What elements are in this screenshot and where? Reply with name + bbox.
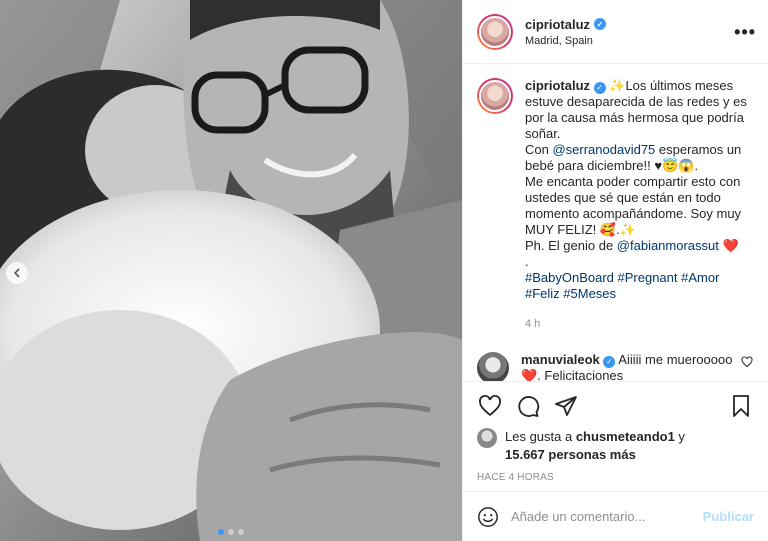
avatar[interactable] xyxy=(477,352,509,381)
caption: cipriotaluz ✓ ✨Los últimos meses estuve … xyxy=(477,78,754,332)
post-photo[interactable] xyxy=(0,0,462,541)
post-actions: Les gusta a chusmeteando1 y 15.667 perso… xyxy=(463,381,768,491)
comment: manuvialeok ✓ Aiiiii me muerooooo ❤️. Fe… xyxy=(477,352,754,381)
more-options-button[interactable]: ••• xyxy=(734,23,756,41)
likes-user[interactable]: chusmeteando1 xyxy=(576,429,675,444)
verified-badge-icon: ✓ xyxy=(594,18,607,30)
likes-mid: y xyxy=(674,429,685,444)
caption-text: Con xyxy=(525,142,553,157)
post-photo-image xyxy=(0,0,462,541)
save-button[interactable] xyxy=(728,393,754,419)
bookmark-icon xyxy=(733,395,749,417)
heart-icon xyxy=(741,356,753,368)
carousel-dots xyxy=(0,529,462,535)
paper-plane-icon xyxy=(555,396,577,416)
post-header: cipriotaluz ✓ Madrid, Spain ••• xyxy=(463,0,768,64)
likes-summary: Les gusta a chusmeteando1 y 15.667 perso… xyxy=(477,428,754,464)
likes-prefix: Les gusta a xyxy=(505,429,576,444)
carousel-dot[interactable] xyxy=(238,529,244,535)
hashtag-links[interactable]: #Feliz #5Meses xyxy=(525,286,754,302)
avatar[interactable] xyxy=(477,428,497,448)
hashtag-links[interactable]: #BabyOnBoard #Pregnant #Amor xyxy=(525,270,754,286)
post-timestamp[interactable]: HACE 4 HORAS xyxy=(477,472,754,483)
caption-text: ❤️ xyxy=(718,238,739,253)
caption-text: Me encanta poder compartir esto con uste… xyxy=(525,174,742,237)
emoji-icon[interactable] xyxy=(477,506,499,528)
caption-timestamp: 4 h xyxy=(525,318,541,330)
avatar[interactable] xyxy=(477,78,513,114)
carousel-prev-button[interactable] xyxy=(6,262,28,284)
post-location[interactable]: Madrid, Spain xyxy=(525,35,734,47)
carousel-dot[interactable] xyxy=(218,529,224,535)
like-button[interactable] xyxy=(477,393,503,419)
author-username[interactable]: cipriotaluz xyxy=(525,17,590,32)
like-comment-button[interactable] xyxy=(740,356,754,371)
add-comment-bar: Publicar xyxy=(463,491,768,541)
caption-text: Ph. El genio de xyxy=(525,238,617,253)
caption-text: . xyxy=(525,254,529,269)
likes-count[interactable]: 15.667 personas más xyxy=(505,447,636,462)
caption-username[interactable]: cipriotaluz xyxy=(525,78,590,93)
mention-link[interactable]: @fabianmorassut xyxy=(617,238,719,253)
comment-bubble-icon xyxy=(518,396,540,417)
chevron-left-icon xyxy=(13,268,20,278)
publish-button[interactable]: Publicar xyxy=(703,509,754,524)
post-sidebar: cipriotaluz ✓ Madrid, Spain ••• cipriota… xyxy=(462,0,768,541)
avatar[interactable] xyxy=(477,13,513,50)
comment-username[interactable]: manuvialeok xyxy=(521,352,600,367)
mention-link[interactable]: @serranodavid75 xyxy=(552,142,655,157)
comment-button[interactable] xyxy=(515,393,541,419)
share-button[interactable] xyxy=(553,393,579,419)
comment-input[interactable] xyxy=(511,509,703,524)
verified-badge-icon: ✓ xyxy=(593,82,606,94)
verified-badge-icon: ✓ xyxy=(603,356,616,368)
carousel-dot[interactable] xyxy=(228,529,234,535)
comments-section: cipriotaluz ✓ ✨Los últimos meses estuve … xyxy=(463,64,768,381)
instagram-post: cipriotaluz ✓ Madrid, Spain ••• cipriota… xyxy=(0,0,768,541)
heart-icon xyxy=(479,395,501,417)
